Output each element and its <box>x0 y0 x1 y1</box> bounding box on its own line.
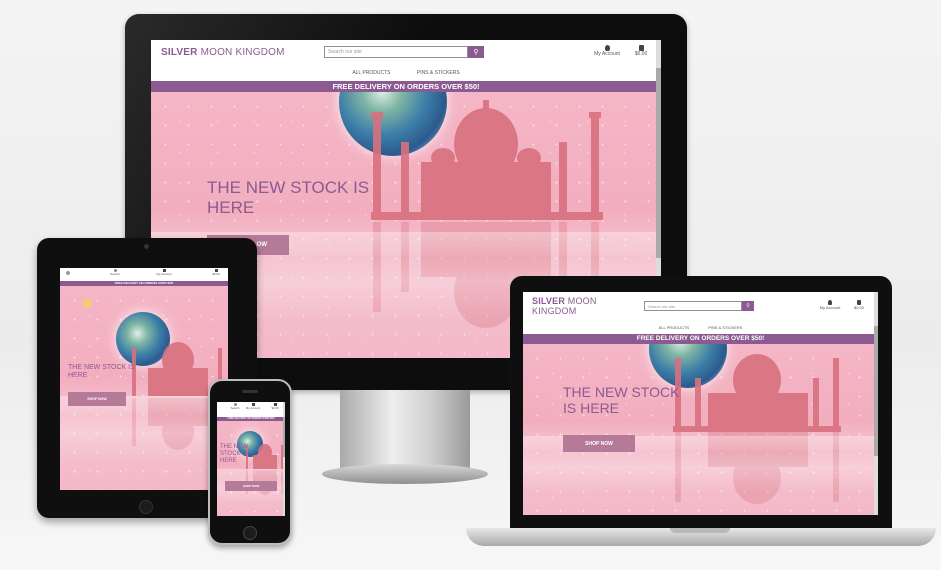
headline-line1: THE NEW <box>220 444 248 450</box>
tablet-search-label: Search <box>110 272 120 276</box>
desktop-search: Search our site ⚲ <box>324 46 484 58</box>
search-icon: ⚲ <box>473 49 479 56</box>
tablet-menu-icon[interactable] <box>66 271 70 275</box>
tablet-shop-now-button[interactable]: SHOP NOW <box>68 392 126 406</box>
phone-search-label: Search <box>230 406 240 410</box>
tablet-hero: THE NEW STOCK IS HERE SHOP NOW <box>60 286 228 490</box>
phone-account-label: My Account <box>245 406 261 410</box>
phone-screen: Search My Account $0.00 FREE DELIVERY ON… <box>217 402 285 516</box>
laptop-search: Search our site ⚲ <box>644 301 754 311</box>
desktop-stand-neck <box>340 390 470 468</box>
brand-bold: SILVER <box>161 47 198 58</box>
tablet-camera <box>144 244 149 249</box>
desktop-search-input[interactable]: Search our site <box>324 46 468 58</box>
nav-all-products[interactable]: ALL PRODUCTS <box>659 322 690 334</box>
laptop-bag-link[interactable]: $0.00 <box>851 300 867 310</box>
tablet-header: Search My Account $0.00 <box>60 268 228 281</box>
nav-all-products[interactable]: ALL PRODUCTS <box>352 65 390 81</box>
tablet-hero-headline: THE NEW STOCK IS HERE <box>68 364 135 380</box>
laptop-hero: THE NEW STOCK IS HERE SHOP NOW <box>523 344 878 515</box>
phone-search-link[interactable]: Search <box>229 403 241 410</box>
tablet-account-label: My Account <box>156 272 172 276</box>
laptop-nav: ALL PRODUCTS PINS & STICKERS <box>523 322 878 334</box>
laptop-delivery-banner: FREE DELIVERY ON ORDERS OVER $50! <box>523 334 878 344</box>
tablet-search-link[interactable]: Search <box>108 269 122 276</box>
desktop-stand-base <box>322 464 488 484</box>
phone-account-link[interactable]: My Account <box>243 403 263 410</box>
headline-line1: THE NEW STOCK <box>563 384 680 400</box>
desktop-header: SILVER MOON KINGDOM Search our site ⚲ My… <box>151 40 661 65</box>
phone-hero-headline: THE NEW STOCK IS HERE <box>220 444 248 465</box>
desktop-delivery-banner: FREE DELIVERY ON ORDERS OVER $50! <box>151 81 661 92</box>
desktop-scrollbar-thumb[interactable] <box>656 68 661 258</box>
desktop-brand-logo[interactable]: SILVER MOON KINGDOM <box>161 47 285 58</box>
headline-line1: THE NEW STOCK IS <box>207 178 370 197</box>
desktop-nav: ALL PRODUCTS PINS & STICKERS <box>151 65 661 81</box>
laptop-screen: SILVER MOON KINGDOM Search our site ⚲ My… <box>523 292 878 515</box>
nav-pins-stickers[interactable]: PINS & STICKERS <box>708 322 742 334</box>
phone-header: Search My Account $0.00 <box>217 402 285 417</box>
headline-line3: HERE <box>220 457 237 464</box>
shop-button-label: OW <box>256 242 267 248</box>
search-icon: ⚲ <box>746 303 750 309</box>
laptop-search-button[interactable]: ⚲ <box>742 301 754 311</box>
phone-hero: THE NEW STOCK IS HERE SHOP NOW <box>217 421 285 516</box>
brand-rest: MOON KINGDOM <box>200 47 285 58</box>
laptop-brand-logo[interactable]: SILVER MOON KINGDOM <box>532 296 612 317</box>
headline-line2: HERE <box>207 197 255 217</box>
headline-line2: IS HERE <box>563 400 620 417</box>
phone-scrollbar-thumb[interactable] <box>283 417 285 457</box>
headline-line2: STOCK IS <box>220 450 248 457</box>
tablet-home-button[interactable] <box>139 500 153 514</box>
water-reflection <box>217 469 285 516</box>
phone-speaker <box>242 390 258 393</box>
phone-shop-now-button[interactable]: SHOP NOW <box>225 481 277 491</box>
laptop-header: SILVER MOON KINGDOM Search our site ⚲ My… <box>523 292 878 324</box>
phone-home-button[interactable] <box>243 526 257 540</box>
bag-total: $0.00 <box>634 51 648 57</box>
laptop-account-link[interactable]: My Account <box>818 300 842 310</box>
tablet-bag-link[interactable]: $0.00 <box>210 269 222 276</box>
moon-icon <box>82 298 92 308</box>
tablet-account-link[interactable]: My Account <box>153 269 175 276</box>
laptop-hinge-notch <box>670 528 730 533</box>
laptop-account-label: My Account <box>819 305 841 310</box>
desktop-hero-headline: THE NEW STOCK IS HERE <box>207 178 369 217</box>
tablet-bag-total: $0.00 <box>212 272 220 276</box>
laptop-scrollbar-thumb[interactable] <box>874 326 878 456</box>
phone-bag-link[interactable]: $0.00 <box>269 403 281 410</box>
water-reflection <box>60 396 228 490</box>
laptop-search-input[interactable]: Search our site <box>644 301 742 311</box>
desktop-search-button[interactable]: ⚲ <box>468 46 484 58</box>
account-label: My Account <box>594 51 620 57</box>
nav-pins-stickers[interactable]: PINS & STICKERS <box>417 65 460 81</box>
laptop-bag-total: $0.00 <box>853 305 864 310</box>
desktop-bag-link[interactable]: $0.00 <box>631 45 651 57</box>
brand-bold: SILVER <box>532 296 566 306</box>
phone-bag-total: $0.00 <box>271 406 279 410</box>
tablet-screen: Search My Account $0.00 FREE DELIVERY ON… <box>60 268 228 490</box>
laptop-hero-headline: THE NEW STOCK IS HERE <box>563 384 679 416</box>
laptop-shop-now-button[interactable]: SHOP NOW <box>563 435 635 452</box>
desktop-account-link[interactable]: My Account <box>592 45 622 57</box>
